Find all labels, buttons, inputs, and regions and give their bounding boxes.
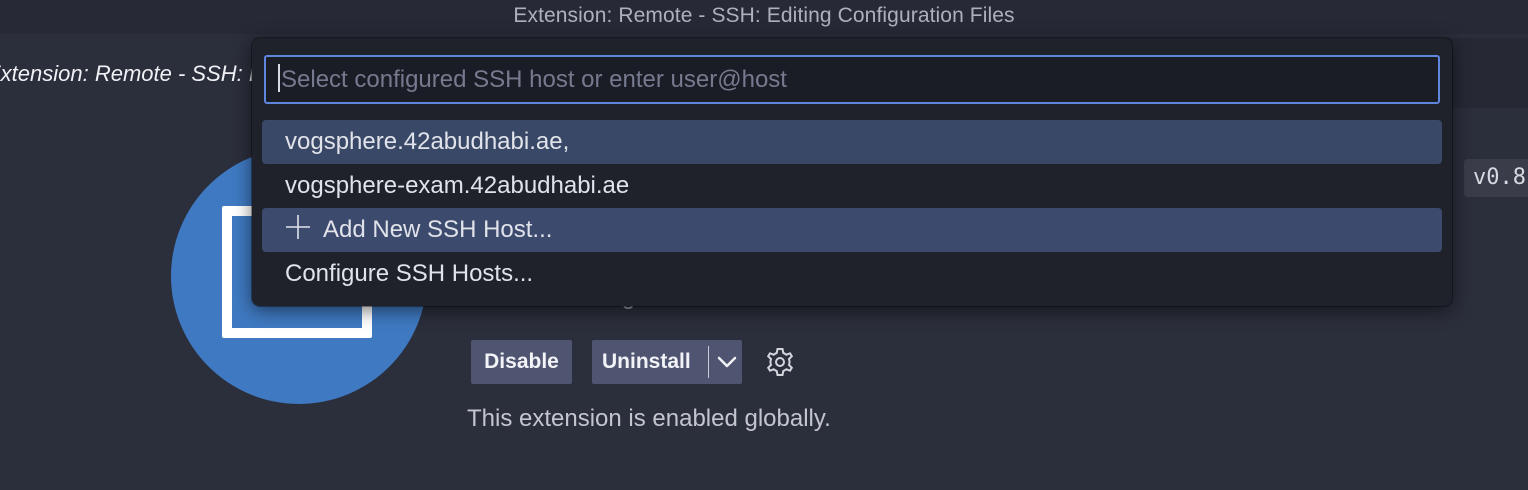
add-new-ssh-host-label: Add New SSH Host... xyxy=(323,216,553,243)
version-badge: v0.8 xyxy=(1464,159,1528,197)
quick-pick-widget: Select configured SSH host or enter user… xyxy=(252,38,1452,306)
list-item-configure-ssh-hosts[interactable]: Configure SSH Hosts... xyxy=(262,252,1442,296)
ssh-host-input[interactable]: Select configured SSH host or enter user… xyxy=(264,55,1440,104)
plus-icon xyxy=(285,211,311,239)
chevron-down-icon[interactable] xyxy=(712,340,742,384)
list-item-host-vogsphere-exam[interactable]: vogsphere-exam.42abudhabi.ae xyxy=(262,164,1442,208)
uninstall-divider xyxy=(708,346,709,378)
list-item-add-new-ssh-host[interactable]: Add New SSH Host... xyxy=(262,208,1442,252)
uninstall-label: Uninstall xyxy=(602,350,691,373)
list-item-host-vogsphere[interactable]: vogsphere.42abudhabi.ae, xyxy=(262,120,1442,164)
ssh-host-placeholder: Select configured SSH host or enter user… xyxy=(281,66,787,93)
disable-button[interactable]: Disable xyxy=(471,340,572,384)
gear-icon[interactable] xyxy=(764,346,796,378)
window-title: Extension: Remote - SSH: Editing Configu… xyxy=(0,0,1528,34)
text-caret xyxy=(278,64,280,92)
uninstall-button[interactable]: Uninstall xyxy=(592,340,742,384)
enabled-status-text: This extension is enabled globally. xyxy=(467,405,831,432)
